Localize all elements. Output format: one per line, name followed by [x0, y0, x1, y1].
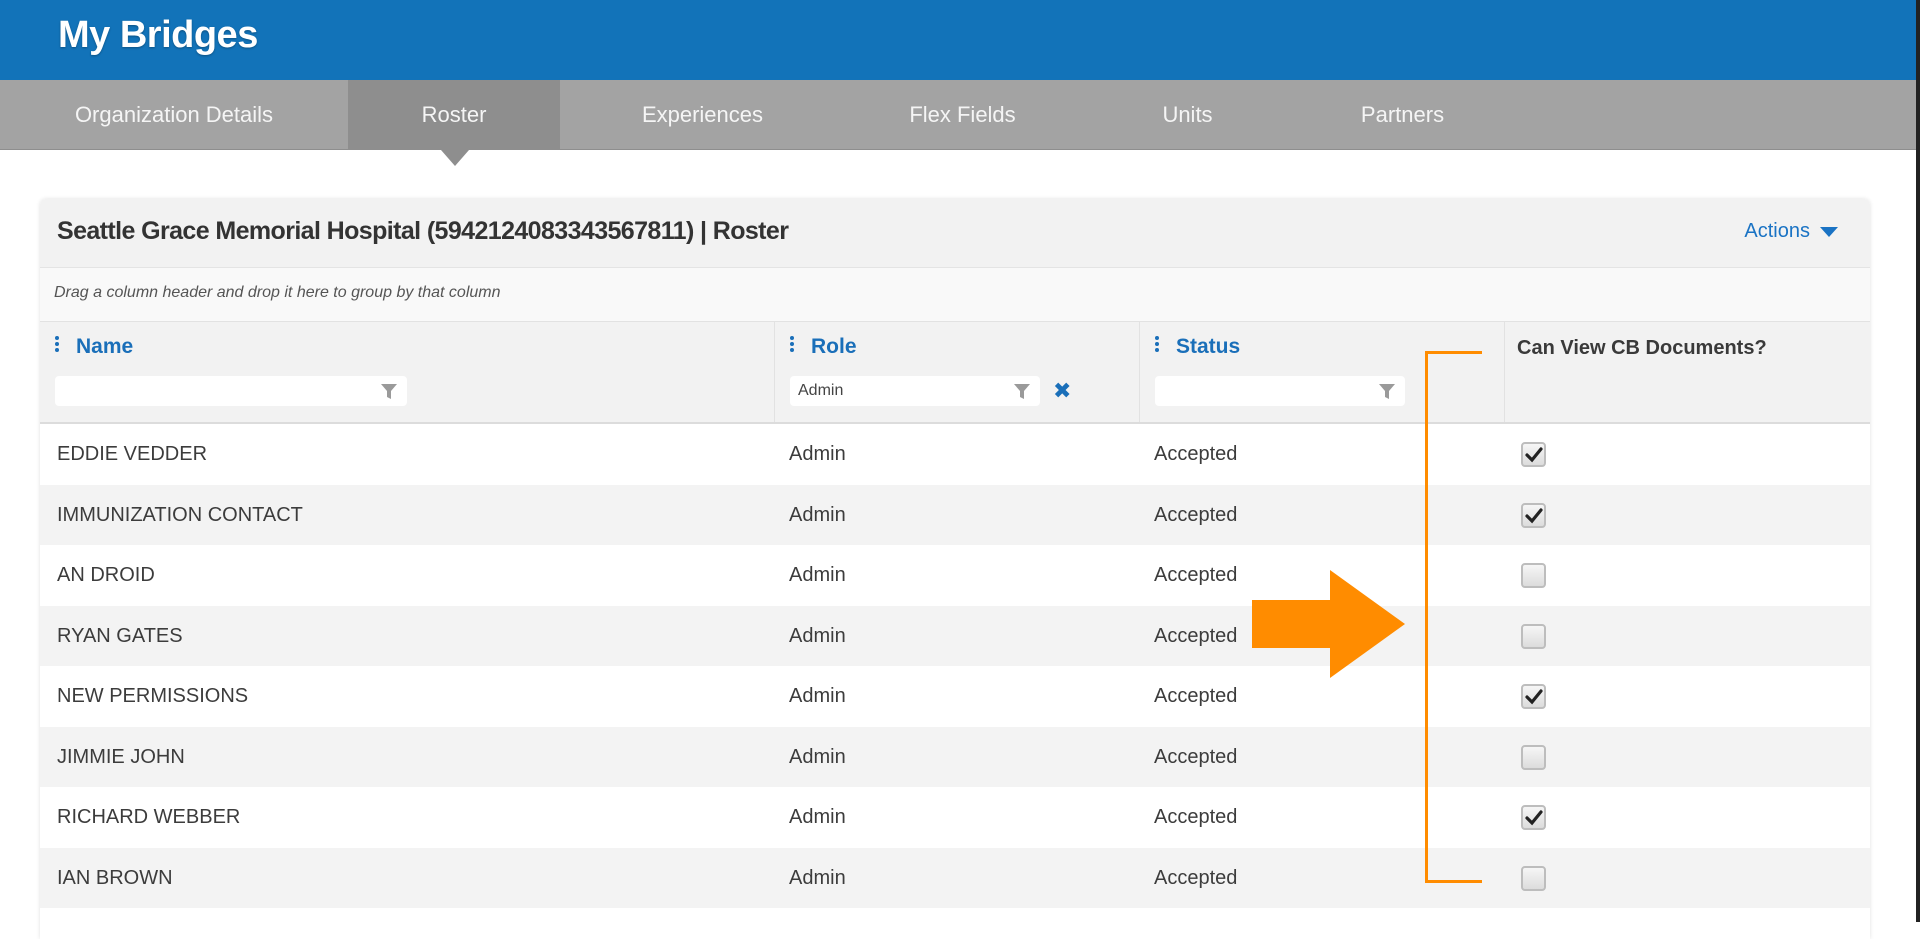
- column-header-can-view: Can View CB Documents?: [1505, 322, 1870, 422]
- column-header-role: Role Admin ✖: [775, 322, 1140, 422]
- annotation-arrow-icon: [1252, 570, 1405, 678]
- tab-units[interactable]: Units: [1080, 80, 1295, 150]
- column-menu-icon[interactable]: [1155, 336, 1159, 354]
- app-header: My Bridges: [0, 0, 1920, 80]
- checkmark-icon: [1525, 447, 1543, 463]
- column-menu-icon[interactable]: [790, 336, 794, 354]
- cell-role: Admin: [789, 564, 846, 586]
- app-title: My Bridges: [58, 14, 258, 56]
- cell-status: Accepted: [1154, 503, 1238, 526]
- checkmark-icon: [1525, 810, 1543, 826]
- can-view-checkbox[interactable]: [1521, 744, 1546, 770]
- cell-name: IMMUNIZATION CONTACT: [57, 503, 303, 526]
- column-label-role[interactable]: Role: [811, 335, 857, 359]
- cell-name: IAN BROWN: [57, 866, 173, 889]
- cell-role: Admin: [789, 806, 846, 828]
- table-row[interactable]: AN DROID Admin Accepted: [40, 545, 1870, 606]
- cell-name: NEW PERMISSIONS: [57, 685, 249, 707]
- cell-status: Accepted: [1154, 745, 1238, 768]
- cell-role: Admin: [789, 866, 846, 889]
- cell-status: Accepted: [1154, 806, 1238, 828]
- status-filter-input[interactable]: [1155, 376, 1405, 406]
- caret-down-icon: [1820, 226, 1838, 237]
- tab-roster[interactable]: Roster: [348, 80, 560, 150]
- column-label-name[interactable]: Name: [76, 335, 133, 359]
- can-view-checkbox[interactable]: [1521, 865, 1546, 891]
- cell-role: Admin: [789, 503, 846, 526]
- checkmark-icon: [1525, 507, 1543, 523]
- can-view-checkbox[interactable]: [1521, 623, 1546, 649]
- table-row[interactable]: IAN BROWN Admin Accepted: [40, 847, 1870, 908]
- tab-bar: Organization Details Roster Experiences …: [0, 80, 1920, 150]
- annotation-bracket: [1425, 351, 1482, 883]
- cell-name: AN DROID: [57, 564, 155, 586]
- column-label-can-view: Can View CB Documents?: [1517, 337, 1767, 359]
- actions-label: Actions: [1744, 220, 1810, 242]
- table-row[interactable]: NEW PERMISSIONS Admin Accepted: [40, 666, 1870, 727]
- table-row[interactable]: EDDIE VEDDER Admin Accepted: [40, 424, 1870, 485]
- active-tab-pointer: [441, 150, 469, 166]
- card-title: Seattle Grace Memorial Hospital (5942124…: [57, 217, 789, 245]
- cell-role: Admin: [789, 745, 846, 768]
- cell-status: Accepted: [1154, 443, 1238, 465]
- column-label-status[interactable]: Status: [1176, 335, 1240, 359]
- column-header-name: Name: [40, 322, 775, 422]
- table-header: Name Role Admin ✖ Status Can View CB Doc…: [40, 322, 1870, 424]
- cell-role: Admin: [789, 443, 846, 465]
- filter-icon[interactable]: [1379, 384, 1395, 399]
- roster-card: Seattle Grace Memorial Hospital (5942124…: [40, 199, 1870, 939]
- can-view-checkbox[interactable]: [1521, 684, 1546, 709]
- table-row[interactable]: IMMUNIZATION CONTACT Admin Accepted: [40, 484, 1870, 545]
- cell-name: RICHARD WEBBER: [57, 806, 241, 828]
- name-filter-input[interactable]: [55, 376, 407, 406]
- filter-icon[interactable]: [381, 384, 397, 399]
- can-view-checkbox[interactable]: [1521, 442, 1546, 467]
- role-filter-value: Admin: [798, 382, 844, 399]
- cell-status: Accepted: [1154, 866, 1238, 889]
- cell-status: Accepted: [1154, 624, 1238, 647]
- cell-name: RYAN GATES: [57, 624, 183, 647]
- can-view-checkbox[interactable]: [1521, 502, 1546, 528]
- column-menu-icon[interactable]: [55, 336, 59, 354]
- table-row[interactable]: RYAN GATES Admin Accepted: [40, 605, 1870, 666]
- filter-icon[interactable]: [1014, 384, 1030, 399]
- tab-organization-details[interactable]: Organization Details: [0, 80, 348, 150]
- group-by-hint: Drag a column header and drop it here to…: [54, 284, 501, 301]
- cell-status: Accepted: [1154, 564, 1238, 586]
- cell-status: Accepted: [1154, 685, 1238, 707]
- tab-experiences[interactable]: Experiences: [560, 80, 845, 150]
- table-row[interactable]: JIMMIE JOHN Admin Accepted: [40, 726, 1870, 787]
- actions-dropdown[interactable]: Actions: [1744, 220, 1838, 243]
- clear-filter-icon[interactable]: ✖: [1053, 378, 1071, 404]
- table-row[interactable]: RICHARD WEBBER Admin Accepted: [40, 787, 1870, 848]
- card-header: Seattle Grace Memorial Hospital (5942124…: [40, 199, 1870, 268]
- cell-name: JIMMIE JOHN: [57, 745, 185, 768]
- cell-name: EDDIE VEDDER: [57, 443, 208, 465]
- cell-role: Admin: [789, 624, 846, 647]
- checkmark-icon: [1525, 689, 1543, 705]
- tab-flex-fields[interactable]: Flex Fields: [845, 80, 1080, 150]
- window-edge: [1916, 0, 1920, 922]
- can-view-checkbox[interactable]: [1521, 805, 1546, 830]
- can-view-checkbox[interactable]: [1521, 563, 1546, 588]
- role-filter-input[interactable]: Admin: [790, 376, 1040, 406]
- cell-role: Admin: [789, 685, 846, 707]
- tab-partners[interactable]: Partners: [1295, 80, 1510, 150]
- group-by-dropzone[interactable]: Drag a column header and drop it here to…: [40, 268, 1870, 322]
